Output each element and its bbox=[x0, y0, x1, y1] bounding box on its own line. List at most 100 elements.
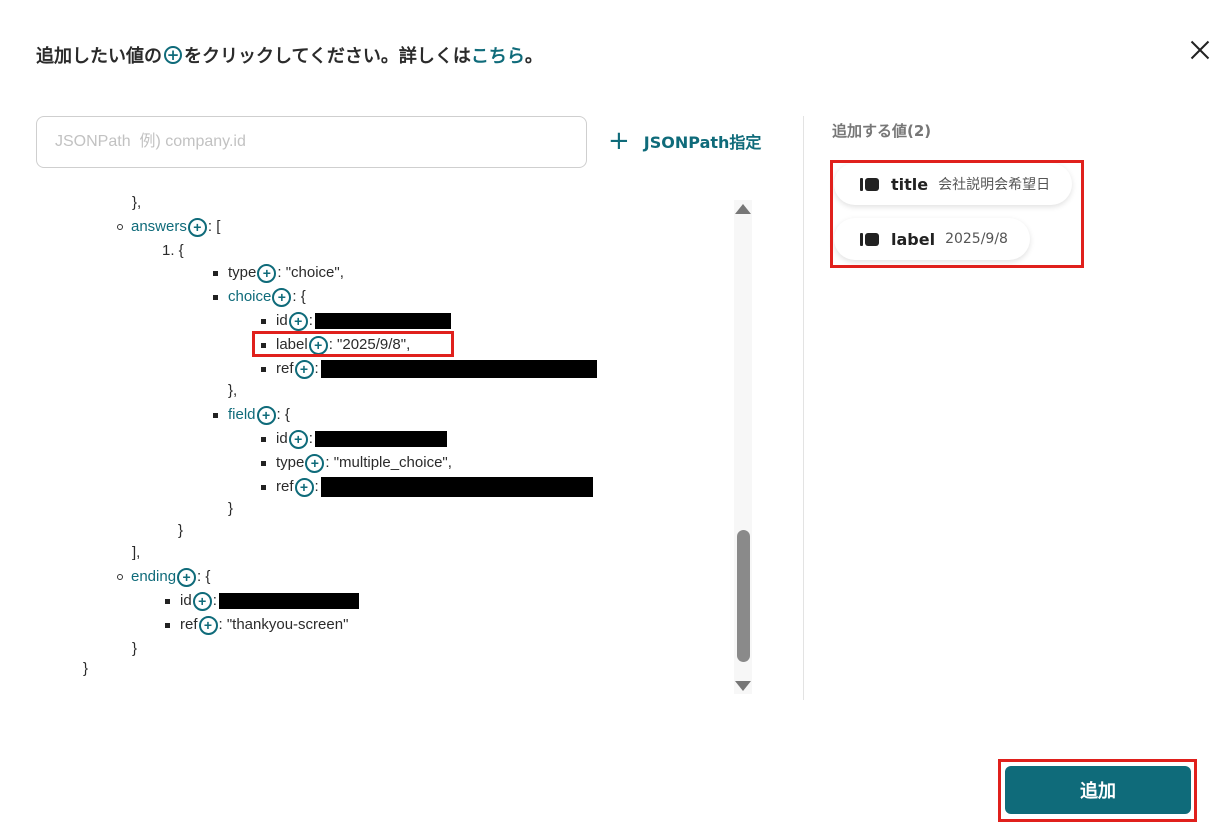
tree-node-ending-ref: ref + : "thankyou-screen" bbox=[165, 614, 348, 636]
selected-values-heading: 追加する値(2) bbox=[832, 122, 932, 140]
help-link[interactable]: こちら bbox=[471, 42, 525, 68]
bullet-icon bbox=[213, 412, 218, 418]
add-ending-icon[interactable]: + bbox=[177, 567, 197, 587]
tree-node-choice-label: label + : "2025/9/8", bbox=[261, 334, 410, 356]
tree-key: ref bbox=[180, 616, 198, 633]
tree-text: : [ bbox=[207, 218, 221, 235]
chip-key: title bbox=[891, 174, 929, 194]
tree-line: }, bbox=[228, 380, 237, 402]
bullet-icon bbox=[261, 460, 266, 466]
tree-line: ], bbox=[132, 542, 140, 564]
scrollbar-thumb[interactable] bbox=[737, 530, 750, 662]
tree-node-ending-id: id + : bbox=[165, 590, 359, 612]
tree-key: choice bbox=[228, 288, 272, 305]
tree-node-field-id: id + : bbox=[261, 428, 447, 450]
add-choice-id-icon[interactable]: + bbox=[288, 311, 308, 331]
bullet-icon bbox=[261, 436, 266, 442]
instruction-suffix: をクリックしてください。詳しくは bbox=[184, 46, 471, 67]
tree-text: } bbox=[132, 640, 138, 657]
bullet-icon bbox=[261, 366, 266, 372]
jsonpath-specify-button[interactable]: + JSONPath指定 bbox=[608, 128, 761, 154]
instruction-end: 。 bbox=[524, 46, 543, 67]
add-choice-icon[interactable]: + bbox=[272, 287, 292, 307]
bullet-icon bbox=[261, 484, 266, 490]
tree-text: } bbox=[228, 500, 234, 517]
tree-text: : "choice", bbox=[277, 264, 344, 281]
tree-node-field-type: type + : "multiple_choice", bbox=[261, 452, 452, 474]
tree-text: : { bbox=[292, 288, 306, 305]
redacted-value bbox=[218, 593, 359, 609]
tree-key: field bbox=[228, 406, 256, 423]
add-button[interactable]: 追加 bbox=[1005, 766, 1191, 814]
add-field-id-icon[interactable]: + bbox=[288, 429, 308, 449]
add-field-icon[interactable]: + bbox=[256, 405, 276, 425]
tree-text: : { bbox=[197, 568, 211, 585]
tree-text: : bbox=[212, 592, 217, 609]
add-ending-id-icon[interactable]: + bbox=[192, 591, 212, 611]
tree-key: ending bbox=[131, 568, 177, 585]
tree-key: type bbox=[276, 454, 305, 471]
tree-text: : bbox=[308, 312, 313, 329]
field-icon bbox=[860, 232, 879, 246]
chip-value: 会社説明会希望日 bbox=[938, 177, 1051, 193]
tree-text: : { bbox=[276, 406, 290, 423]
tree-node-choice-ref: ref + : bbox=[261, 358, 597, 380]
add-answers-icon[interactable]: + bbox=[187, 217, 207, 237]
add-choice-label-icon[interactable]: + bbox=[308, 335, 328, 355]
selected-chip[interactable]: label 2025/9/8 bbox=[834, 218, 1030, 260]
selected-chip[interactable]: title 会社説明会希望日 bbox=[834, 163, 1073, 205]
add-field-type-icon[interactable]: + bbox=[305, 453, 325, 473]
add-field-ref-icon[interactable]: + bbox=[294, 477, 314, 497]
tree-key: answers bbox=[131, 218, 187, 235]
tree-node-choice-id: id + : bbox=[261, 310, 451, 332]
scroll-down-icon[interactable] bbox=[735, 681, 751, 691]
tree-node-choice: choice + : { bbox=[213, 286, 306, 308]
tree-line: 1. { bbox=[162, 240, 184, 262]
plus-icon: + bbox=[608, 126, 630, 156]
bullet-icon bbox=[165, 598, 170, 604]
redacted-value bbox=[314, 431, 447, 447]
instruction-prefix: 追加したい値の bbox=[36, 46, 162, 67]
chip-key: label bbox=[891, 229, 936, 249]
tree-text: }, bbox=[228, 382, 238, 399]
scroll-up-icon[interactable] bbox=[735, 204, 751, 214]
tree-key: id bbox=[180, 592, 192, 609]
tree-line: } bbox=[228, 498, 233, 520]
tree-key: label bbox=[276, 336, 308, 353]
tree-node-answers: answers + : [ bbox=[117, 216, 220, 238]
tree-line: } bbox=[132, 638, 137, 660]
jsonpath-search-input[interactable] bbox=[36, 116, 587, 168]
tree-text: : "2025/9/8", bbox=[328, 336, 411, 353]
tree-text: }, bbox=[132, 194, 142, 211]
add-value-icon: + bbox=[164, 46, 182, 64]
bullet-icon bbox=[261, 318, 266, 324]
bullet-icon bbox=[213, 294, 218, 300]
redacted-value bbox=[320, 477, 593, 497]
tree-line: } bbox=[83, 658, 88, 680]
tree-text: 1. { bbox=[162, 242, 184, 259]
tree-key: ref bbox=[276, 360, 294, 377]
tree-key: id bbox=[276, 312, 288, 329]
instruction-header: 追加したい値の + をクリックしてください。詳しくは こちら 。 bbox=[36, 42, 543, 68]
add-choice-ref-icon[interactable]: + bbox=[294, 359, 314, 379]
jsonpath-specify-label: JSONPath指定 bbox=[643, 133, 762, 152]
close-icon[interactable] bbox=[1186, 36, 1214, 64]
tree-line: } bbox=[178, 520, 183, 542]
tree-text: : "thankyou-screen" bbox=[218, 616, 349, 633]
tree-node-type: type + : "choice", bbox=[213, 262, 344, 284]
field-icon bbox=[860, 177, 879, 191]
tree-text: } bbox=[83, 660, 89, 677]
tree-text: : bbox=[308, 430, 313, 447]
tree-text: : bbox=[314, 360, 319, 377]
tree-key: ref bbox=[276, 478, 294, 495]
bullet-icon bbox=[213, 270, 218, 276]
tree-text: } bbox=[178, 522, 184, 539]
bullet-icon bbox=[117, 574, 123, 580]
tree-text: : bbox=[314, 478, 319, 495]
tree-key: type bbox=[228, 264, 257, 281]
tree-line: }, bbox=[132, 192, 141, 214]
tree-key: id bbox=[276, 430, 288, 447]
add-ending-ref-icon[interactable]: + bbox=[198, 615, 218, 635]
add-type-icon[interactable]: + bbox=[257, 263, 277, 283]
panel-divider bbox=[803, 116, 804, 700]
